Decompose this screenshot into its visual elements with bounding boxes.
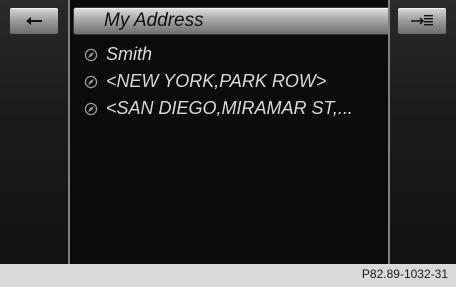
list-item-label: <SAN DIEGO,MIRAMAR ST,... [106,98,353,118]
figure-reference: P82.89-1032-31 [361,267,448,281]
list-item-label: <NEW YORK,PARK ROW> [106,71,327,91]
list-item[interactable]: <SAN DIEGO,MIRAMAR ST,... [78,95,388,122]
compass-icon [78,75,104,89]
list-item-label: Smith [106,44,153,64]
title-bar: My Address [74,8,390,34]
options-menu-icon [411,15,433,26]
page-title: My Address [104,10,204,31]
back-arrow-icon [26,17,42,25]
left-side-panel [0,0,70,264]
back-button[interactable] [10,8,58,34]
right-side-panel [388,0,456,264]
compass-icon [78,48,104,62]
list-item[interactable]: <NEW YORK,PARK ROW> [78,68,388,95]
navigation-screen: My Address Smith <NEW YORK,PARK ROW> <SA… [0,0,456,264]
compass-icon [78,102,104,116]
list-item[interactable]: Smith [78,41,388,68]
options-button[interactable] [398,8,446,34]
address-list: Smith <NEW YORK,PARK ROW> <SAN DIEGO,MIR… [78,41,388,122]
